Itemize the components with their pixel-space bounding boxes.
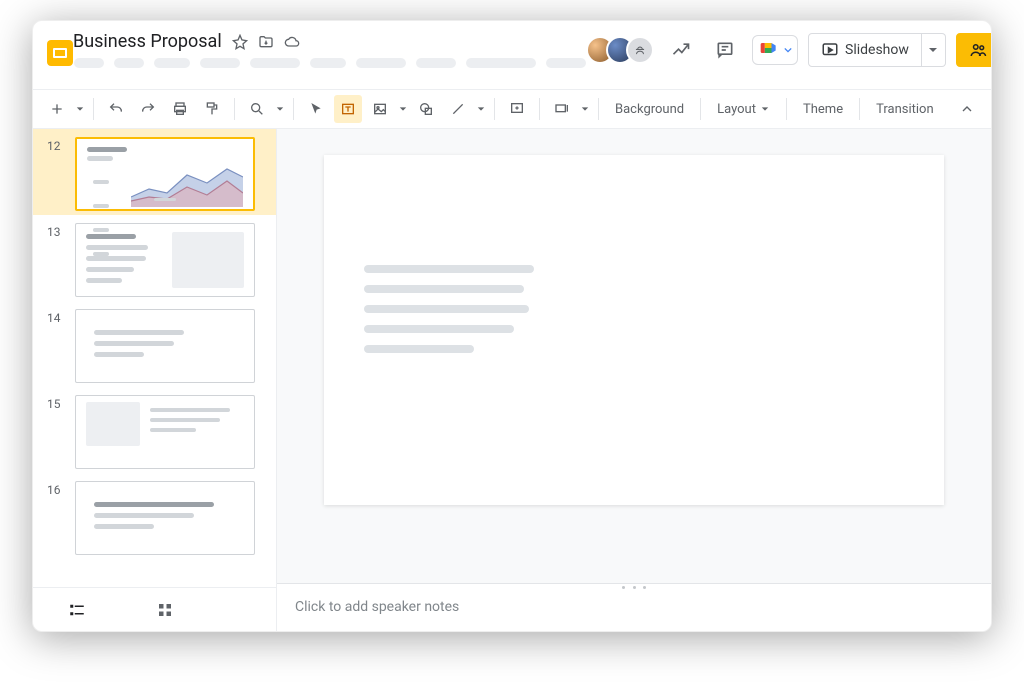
thumbnail-slide-13[interactable]: 13 [33,215,276,301]
print-button[interactable] [166,95,194,123]
theme-button[interactable]: Theme [795,102,851,117]
document-title[interactable]: Business Proposal [73,31,222,52]
cloud-status-icon[interactable] [284,34,300,50]
comment-tool[interactable] [503,95,531,123]
avatar-anonymous[interactable] [626,36,654,64]
new-slide-button[interactable] [43,95,71,123]
meet-button[interactable] [752,35,798,65]
filmstrip-footer [33,587,276,631]
filmstrip-view-icon[interactable] [63,596,91,624]
present-icon [821,41,839,59]
comments-icon[interactable] [708,33,742,67]
chevron-down-icon [928,45,938,55]
fit-dropdown[interactable] [580,105,590,113]
titlebar: Business Proposal [33,21,991,89]
canvas-stage[interactable] [277,129,991,583]
thumbnail-slide-16[interactable]: 16 [33,473,276,559]
speaker-notes[interactable]: Click to add speaker notes [277,591,991,631]
paint-format-button[interactable] [198,95,226,123]
body: 12 [33,129,991,631]
thumb-number: 15 [47,395,67,411]
toolbar: Background Layout Theme Transition [33,89,991,129]
meet-icon [759,39,779,61]
canvas-area: Click to add speaker notes [277,129,991,631]
share-button[interactable]: Share [956,33,992,67]
thumbnail-slide-12[interactable]: 12 [33,129,276,215]
slideshow-dropdown[interactable] [922,33,946,67]
slideshow-label: Slideshow [845,42,909,58]
thumb-number: 14 [47,309,67,325]
undo-button[interactable] [102,95,130,123]
new-slide-dropdown[interactable] [75,105,85,113]
line-dropdown[interactable] [476,105,486,113]
app-window: Business Proposal [32,20,992,632]
slideshow-button[interactable]: Slideshow [808,33,922,67]
thumbnail-slide-14[interactable]: 14 [33,301,276,387]
people-icon [969,41,987,59]
redo-button[interactable] [134,95,162,123]
background-button[interactable]: Background [607,102,692,117]
star-icon[interactable] [232,34,248,50]
fit-tool[interactable] [548,95,576,123]
select-tool[interactable] [302,95,330,123]
image-dropdown[interactable] [398,105,408,113]
thumbnail-slide-15[interactable]: 15 [33,387,276,473]
line-tool[interactable] [444,95,472,123]
grid-view-icon[interactable] [151,596,179,624]
collaborator-avatars[interactable] [586,36,654,64]
textbox-tool[interactable] [334,95,362,123]
move-folder-icon[interactable] [258,34,274,50]
menu-bar[interactable] [73,58,586,68]
app-logo[interactable] [47,29,73,77]
image-tool[interactable] [366,95,394,123]
transition-button[interactable]: Transition [868,102,942,117]
shape-tool[interactable] [412,95,440,123]
slide-canvas[interactable] [324,155,944,505]
speaker-notes-splitter[interactable] [277,583,991,591]
zoom-dropdown[interactable] [275,105,285,113]
thumb-number: 16 [47,481,67,497]
filmstrip: 12 [33,129,277,631]
thumb-number: 12 [47,137,67,153]
version-history-icon[interactable] [664,33,698,67]
layout-button[interactable]: Layout [709,102,778,117]
chevron-down-icon [761,105,769,113]
thumb-number: 13 [47,223,67,239]
speaker-notes-placeholder: Click to add speaker notes [295,599,459,615]
chevron-down-icon [783,46,793,54]
zoom-button[interactable] [243,95,271,123]
collapse-toolbar-button[interactable] [953,95,981,123]
